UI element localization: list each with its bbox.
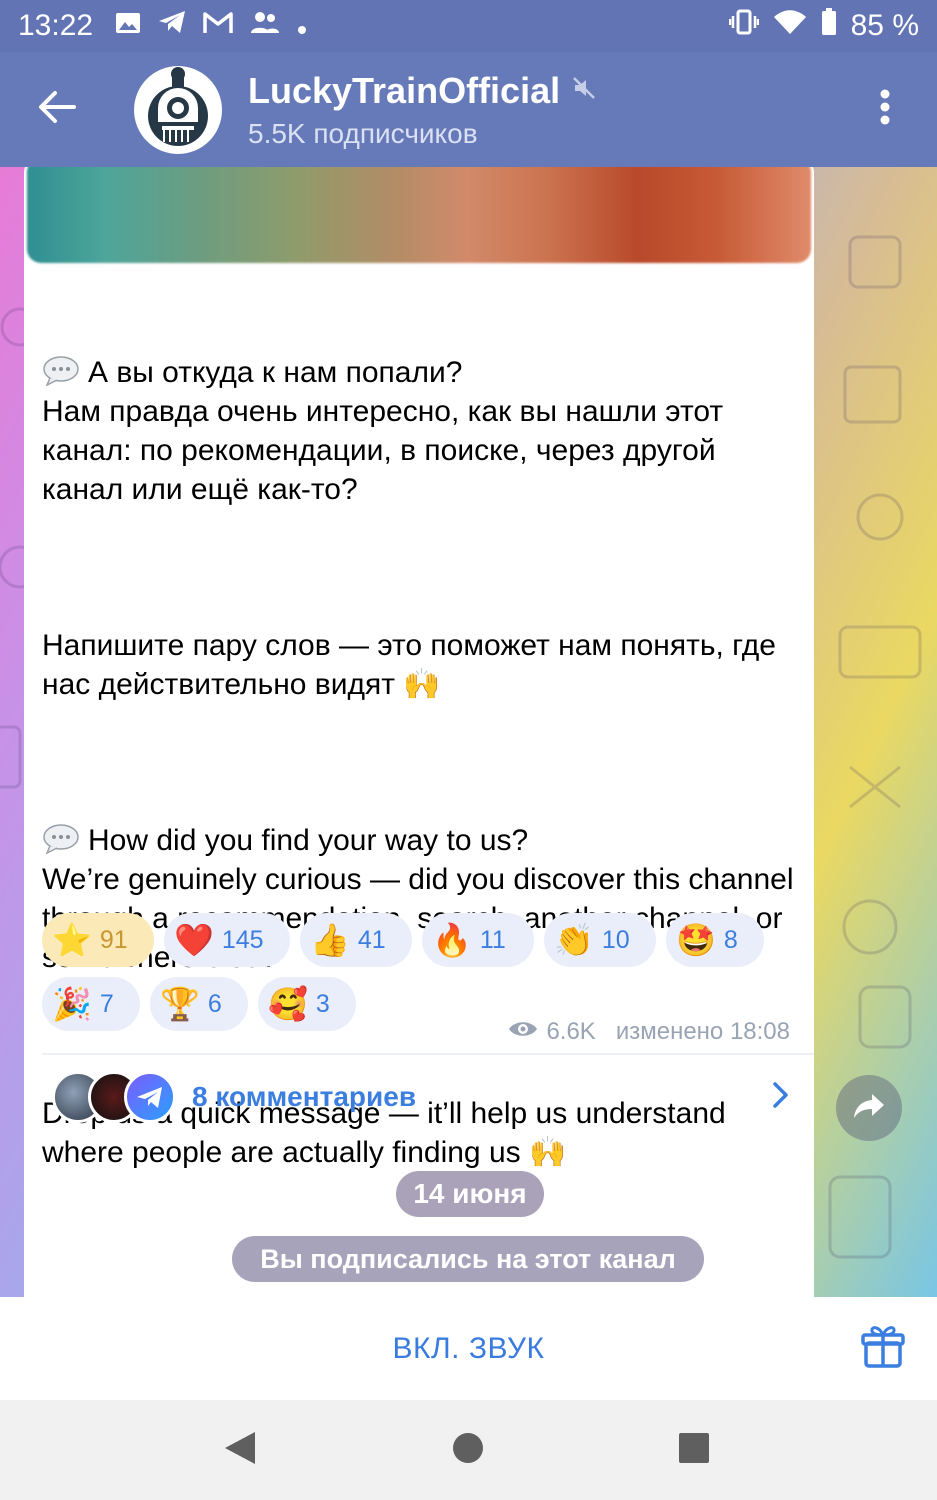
share-button[interactable]	[836, 1075, 902, 1141]
system-navigation-bar	[0, 1400, 937, 1500]
channel-title[interactable]: LuckyTrainOfficial	[248, 70, 560, 112]
speech-bubble-icon	[42, 824, 80, 855]
more-options-button[interactable]	[855, 67, 915, 153]
telegram-avatar-icon	[124, 1071, 176, 1123]
reaction-thumbs-up[interactable]: 👍 41	[300, 913, 412, 967]
post-image[interactable]	[27, 167, 811, 263]
wifi-icon	[773, 9, 807, 43]
back-arrow-icon	[38, 90, 76, 129]
service-message: Вы подписались на этот канал	[232, 1236, 704, 1282]
nav-recents-button[interactable]	[674, 1430, 714, 1470]
date-separator: 14 июня	[396, 1171, 544, 1217]
reaction-heart[interactable]: ❤️ 145	[164, 913, 290, 967]
chevron-right-icon	[772, 1081, 790, 1114]
subscriber-count: 5.5K подписчиков	[248, 117, 478, 149]
speech-bubble-icon	[42, 356, 80, 387]
contacts-icon	[249, 9, 281, 43]
gift-icon	[861, 1326, 905, 1373]
channel-post[interactable]: А вы откуда к нам попали? Нам правда оче…	[24, 167, 814, 1297]
share-arrow-icon	[852, 1092, 886, 1125]
channel-bottom-bar: ВКЛ. ЗВУК	[0, 1297, 937, 1400]
reaction-star-struck[interactable]: 🤩 8	[666, 913, 764, 967]
post-paragraph: А вы откуда к нам попали? Нам правда оче…	[42, 356, 724, 506]
reaction-smiling-hearts[interactable]: 🥰 3	[258, 977, 356, 1031]
view-count: 6.6K	[546, 1018, 596, 1045]
train-logo-icon	[136, 66, 220, 152]
status-time: 13:22	[18, 9, 94, 42]
reaction-clap[interactable]: 👏 10	[544, 913, 656, 967]
edited-time: изменено 18:08	[615, 1018, 790, 1045]
nav-home-button[interactable]	[448, 1430, 488, 1470]
status-bar: 13:22 85 %	[0, 0, 937, 52]
gmail-icon	[203, 9, 233, 43]
back-button[interactable]	[14, 67, 100, 153]
eye-icon	[508, 1018, 538, 1046]
channel-header: LuckyTrainOfficial 5.5K подписчиков	[0, 52, 937, 167]
commenter-avatars	[52, 1071, 176, 1123]
reaction-fire[interactable]: 🔥 11	[422, 913, 534, 967]
comments-count: 8 комментариев	[192, 1081, 417, 1112]
reaction-trophy[interactable]: 🏆 6	[150, 977, 248, 1031]
channel-avatar[interactable]	[134, 65, 222, 154]
gift-button[interactable]	[861, 1323, 911, 1373]
chat-area[interactable]: А вы откуда к нам попали? Нам правда оче…	[0, 167, 937, 1297]
post-meta: 6.6K изменено 18:08	[508, 1018, 790, 1046]
comments-button[interactable]: 8 комментариев	[24, 1055, 814, 1139]
vibrate-icon	[728, 9, 759, 43]
circle-home-icon	[452, 1432, 484, 1469]
square-recents-icon	[678, 1432, 710, 1469]
reaction-party[interactable]: 🎉 7	[42, 977, 140, 1031]
post-paragraph: Напишите пару слов — это поможет нам пон…	[42, 629, 785, 701]
telegram-icon	[157, 9, 187, 43]
gallery-icon	[115, 9, 141, 43]
triangle-back-icon	[223, 1430, 257, 1471]
unmute-button[interactable]: ВКЛ. ЗВУК	[392, 1332, 544, 1366]
muted-speaker-icon	[572, 76, 596, 105]
reaction-star[interactable]: ⭐ 91	[42, 913, 154, 967]
battery-icon	[821, 8, 837, 44]
nav-back-button[interactable]	[220, 1430, 260, 1470]
battery-percent: 85 %	[850, 9, 919, 42]
more-vertical-icon	[880, 89, 890, 130]
dot-icon	[297, 9, 307, 43]
